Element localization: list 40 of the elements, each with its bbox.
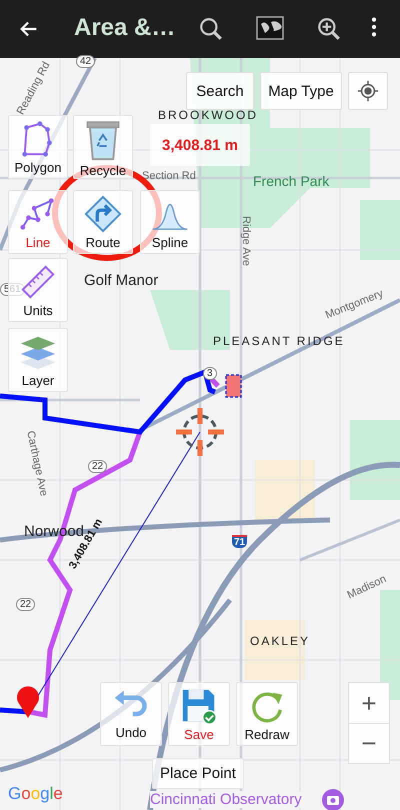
redraw-button[interactable]: Redraw	[236, 682, 298, 746]
save-button[interactable]: Save	[168, 682, 230, 746]
search-icon[interactable]	[198, 16, 224, 42]
place-label: OAKLEY	[250, 634, 310, 648]
zoom-in-button[interactable]: +	[349, 683, 389, 723]
place-label: BROOKWOOD	[158, 108, 258, 122]
area-marker	[225, 374, 242, 398]
my-location-button[interactable]	[348, 72, 388, 110]
measurement-readout: 3,408.81 m	[150, 124, 250, 166]
google-logo: Google	[8, 784, 63, 804]
poi-label: Cincinnati Observatory	[150, 791, 302, 808]
place-label: French Park	[253, 173, 330, 189]
ruler-icon	[19, 263, 57, 301]
turn-right-sign-icon	[84, 195, 122, 233]
floppy-disk-check-icon	[180, 687, 218, 725]
recycle-tool-button[interactable]: Recycle	[73, 115, 133, 179]
place-label: PLEASANT RIDGE	[213, 334, 345, 348]
street-label: Carthage Ave	[24, 430, 50, 498]
more-options-icon[interactable]	[370, 16, 378, 38]
search-button[interactable]: Search	[186, 72, 254, 110]
spline-tool-button[interactable]: Spline	[140, 190, 200, 254]
line-tool-button[interactable]: Line	[8, 190, 68, 254]
zoom-out-button[interactable]: −	[349, 723, 389, 763]
app-title: Area &…	[74, 14, 176, 42]
route-shield: 71	[232, 535, 248, 548]
route-tool-button[interactable]: Route	[73, 190, 133, 254]
place-label: Golf Manor	[84, 272, 158, 289]
place-point-button[interactable]: Place Point	[152, 758, 244, 789]
zoom-in-icon[interactable]	[316, 16, 342, 42]
layer-tool-button[interactable]: Layer	[8, 328, 68, 392]
undo-button[interactable]: Undo	[100, 682, 162, 746]
polygon-tool-button[interactable]: Polygon	[8, 115, 68, 179]
map-type-button[interactable]: Map Type	[260, 72, 342, 110]
my-location-icon	[357, 80, 379, 102]
street-label: Section Rd	[142, 170, 196, 182]
crosshair-icon[interactable]	[174, 406, 226, 458]
map-pin-icon[interactable]	[17, 686, 39, 718]
world-map-icon[interactable]	[256, 16, 284, 40]
street-label: Ridge Ave	[240, 216, 252, 266]
recycle-bin-icon	[84, 120, 122, 161]
